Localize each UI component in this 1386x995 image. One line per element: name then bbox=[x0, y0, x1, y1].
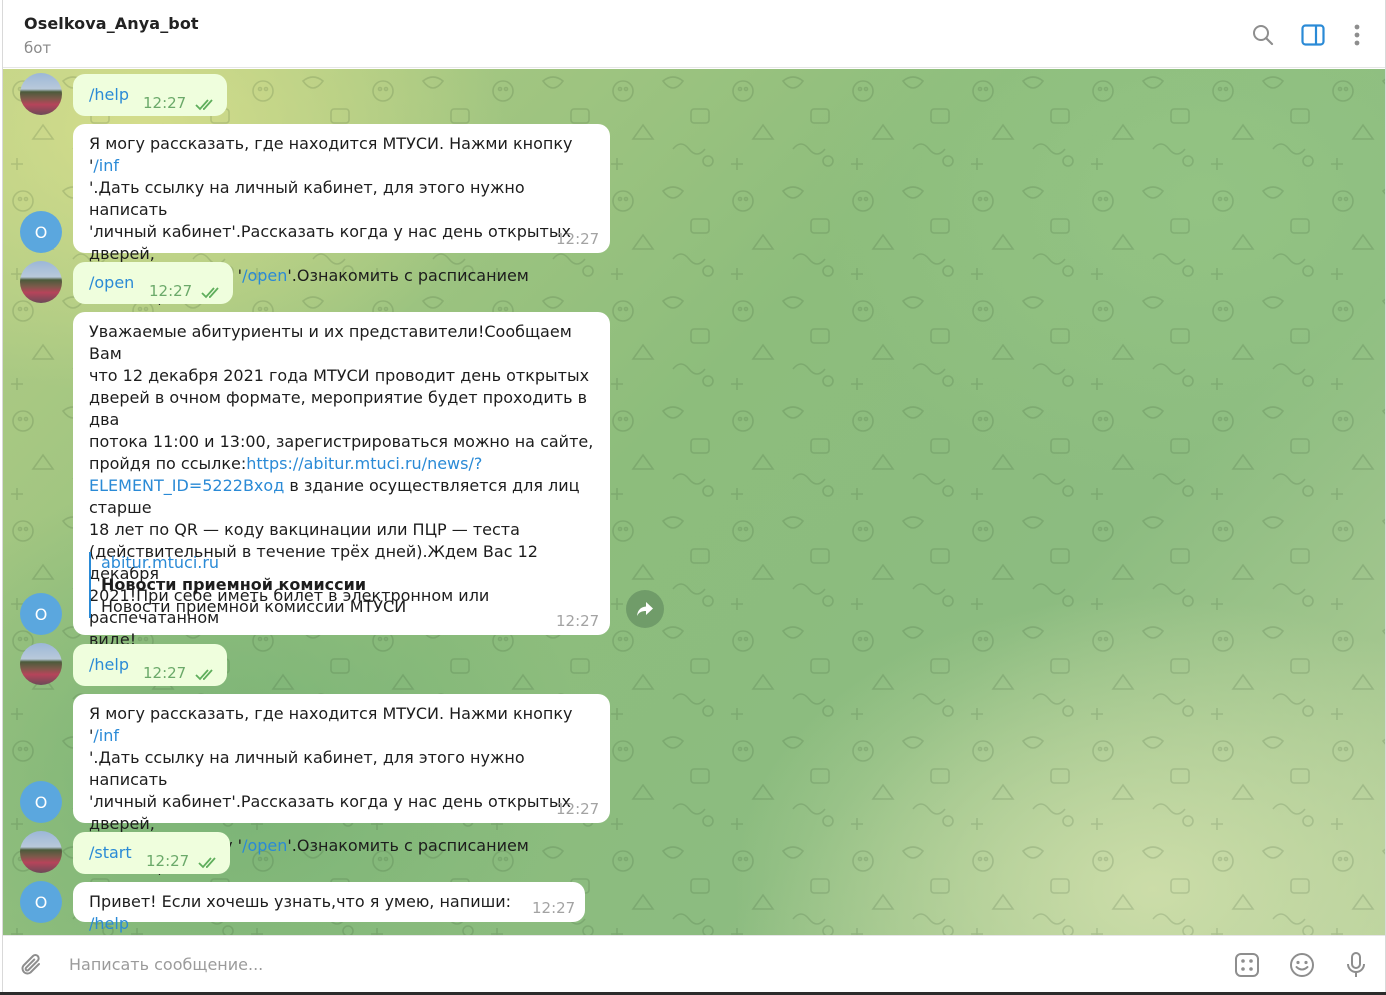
sidebar-toggle-icon[interactable] bbox=[1300, 22, 1326, 48]
read-checkmarks-icon bbox=[201, 283, 223, 305]
command-link[interactable]: /help bbox=[89, 914, 129, 933]
emoji-icon[interactable] bbox=[1288, 951, 1316, 979]
bot-avatar[interactable]: O bbox=[20, 593, 62, 635]
user-avatar[interactable] bbox=[20, 261, 62, 303]
preview-site-name: abitur.mtuci.ru bbox=[101, 553, 220, 572]
link-preview[interactable]: abitur.mtuci.ru Новости приемной комисси… bbox=[89, 552, 589, 618]
command-link[interactable]: /start bbox=[89, 842, 132, 864]
forward-share-button[interactable] bbox=[626, 590, 664, 628]
message-time: 12:27 bbox=[149, 282, 193, 300]
chat-subtitle: бот bbox=[24, 39, 52, 57]
message-composer bbox=[3, 935, 1385, 992]
outgoing-message[interactable]: /open 12:27 bbox=[73, 262, 233, 304]
message-text: Привет! Если хочешь узнать,что я умею, н… bbox=[89, 892, 517, 933]
message-time: 12:27 bbox=[556, 230, 600, 248]
command-link[interactable]: /open bbox=[242, 836, 287, 855]
preview-description: Новости приемной комиссии МТУСИ bbox=[101, 597, 407, 616]
incoming-message[interactable]: Привет! Если хочешь узнать,что я умею, н… bbox=[73, 882, 585, 933]
bot-avatar[interactable]: O bbox=[20, 781, 62, 823]
command-link[interactable]: /inf bbox=[93, 726, 119, 745]
message-time: 12:27 bbox=[556, 800, 600, 818]
message-input[interactable] bbox=[69, 952, 1169, 976]
attach-icon[interactable] bbox=[18, 951, 46, 979]
message-time: 12:27 bbox=[143, 94, 187, 112]
outgoing-message[interactable]: /help 12:27 bbox=[73, 644, 227, 686]
bot-commands-icon[interactable] bbox=[1233, 951, 1261, 979]
user-avatar[interactable] bbox=[20, 73, 62, 115]
user-avatar[interactable] bbox=[20, 643, 62, 685]
command-link[interactable]: /help bbox=[89, 84, 129, 106]
message-time: 12:27 bbox=[146, 852, 190, 870]
message-time: 12:27 bbox=[143, 664, 187, 682]
read-checkmarks-icon bbox=[195, 665, 217, 687]
chat-header: Oselkova_Anya_bot бот bbox=[3, 0, 1385, 68]
read-checkmarks-icon bbox=[195, 95, 217, 117]
command-link[interactable]: /help bbox=[89, 654, 129, 676]
preview-title: Новости приемной комиссии bbox=[101, 575, 367, 594]
outgoing-message[interactable]: /start 12:27 bbox=[73, 832, 230, 874]
search-icon[interactable] bbox=[1250, 22, 1276, 48]
message-time: 12:27 bbox=[556, 612, 600, 630]
bot-avatar[interactable]: O bbox=[20, 881, 62, 923]
command-link[interactable]: /open bbox=[89, 272, 134, 294]
incoming-message[interactable]: Я могу рассказать, где находится МТУСИ. … bbox=[73, 124, 610, 329]
chat-title[interactable]: Oselkova_Anya_bot bbox=[24, 14, 199, 33]
microphone-icon[interactable] bbox=[1342, 951, 1370, 979]
read-checkmarks-icon bbox=[198, 853, 220, 875]
message-list[interactable]: /help 12:27 O Я могу рассказать, где нах… bbox=[3, 69, 1385, 935]
bot-avatar[interactable]: O bbox=[20, 211, 62, 253]
incoming-message[interactable]: Уважаемые абитуриенты и их представители… bbox=[73, 312, 610, 649]
user-avatar[interactable] bbox=[20, 831, 62, 873]
message-time: 12:27 bbox=[532, 899, 576, 917]
command-link[interactable]: /inf bbox=[93, 156, 119, 175]
incoming-message[interactable]: Я могу рассказать, где находится МТУСИ. … bbox=[73, 694, 610, 899]
outgoing-message[interactable]: /help 12:27 bbox=[73, 74, 227, 116]
command-link[interactable]: /open bbox=[242, 266, 287, 285]
more-vertical-icon[interactable] bbox=[1344, 22, 1370, 48]
